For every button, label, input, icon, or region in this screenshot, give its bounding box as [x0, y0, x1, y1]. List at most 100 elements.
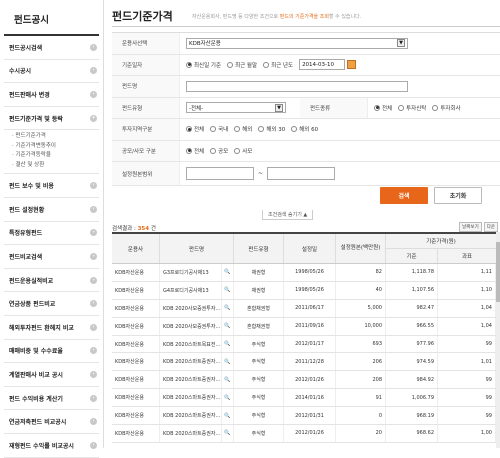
fundtype-select-value: -전체-	[189, 105, 204, 112]
header-price-tax[interactable]: 과표	[438, 249, 496, 264]
header-fund[interactable]: 펀드명	[160, 234, 234, 263]
cell-base-price: 982.47	[386, 299, 438, 317]
search-icon[interactable]: 🔍	[222, 264, 234, 281]
table-row[interactable]: KDB자산운용 G4프로디기공사채13 🔍 채권형 1998/05/26 40 1,107.…	[112, 281, 496, 300]
desc-highlight: 펀드의 기준가격을 조회	[279, 14, 329, 20]
search-icon[interactable]: 🔍	[222, 407, 234, 425]
kind-radio-all[interactable]: 전체	[374, 104, 392, 112]
sidebar-item[interactable]: 펀드운용실적비교 ›	[4, 269, 99, 293]
table-row[interactable]: KDB자산운용 KDB 2020스마트증권자... 🔍 주식형 2014/01/16 91…	[112, 389, 496, 408]
sidebar-item[interactable]: 펀드판매사 변경 ›	[4, 83, 99, 107]
scrollbar-thumb[interactable]	[496, 242, 500, 302]
table-row[interactable]: KDB자산운용 KDB 2020사모증권투자... 🔍 혼합채권형 2011/09/16…	[112, 317, 496, 336]
chevron-right-icon: ›	[90, 182, 97, 190]
fundtype-select[interactable]: -전체- ▼	[186, 102, 286, 114]
search-icon[interactable]: 🔍	[222, 389, 234, 407]
header-type[interactable]: 펀드유형	[234, 234, 284, 263]
fundtype-row: 펀드유형 -전체- ▼ 펀드종류 전체 투자신탁 투자회사	[112, 97, 500, 119]
manager-select[interactable]: KDB자산운용 ▼	[186, 37, 408, 49]
table-row[interactable]: KDB자산운용 KDB 2020사모증권투자... 🔍 혼합채권형 2011/06/17…	[112, 299, 496, 318]
region-radio-domestic[interactable]: 국내	[210, 125, 228, 133]
header-manager[interactable]: 운용사	[112, 234, 160, 263]
date-radio-year[interactable]: 최근 년도	[263, 61, 293, 69]
region-radio-overseas[interactable]: 해외	[234, 125, 252, 133]
cell-date: 2012/01/26	[284, 425, 336, 442]
search-icon[interactable]: 🔍	[222, 317, 234, 335]
search-button[interactable]: 검색	[380, 187, 428, 204]
sidebar-item[interactable]: 해외투자펀드 환헤지 비교 ›	[4, 316, 99, 340]
table-row[interactable]: KDB자산운용 KDB 2020스마트증권자... 🔍 주식형 2012/01/26 20…	[112, 425, 496, 443]
sidebar-subitem[interactable]: · 펀드기준가격	[12, 132, 99, 142]
kind-radio-trust[interactable]: 투자신탁	[398, 104, 426, 112]
header-date[interactable]: 설정일	[284, 234, 336, 263]
kind-radio-company[interactable]: 투자회사	[432, 104, 461, 112]
table-row[interactable]: KDB자산운용 G3프로디기공사채13 🔍 채권형 1998/05/26 82 1,118.…	[112, 264, 496, 282]
calendar-icon[interactable]	[347, 60, 357, 70]
table-row[interactable]: KDB자산운용 KDB 2020스마트증권자... 🔍 주식형 2012/01/31 0 9…	[112, 407, 496, 426]
sidebar-item[interactable]: 펀드비교검색 ›	[4, 245, 99, 269]
cell-fund-name[interactable]: KDB 2020스마트목표전...	[160, 335, 222, 353]
radio-checked-icon	[374, 104, 380, 111]
cell-fund-name[interactable]: KDB 2020사모증권투자...	[160, 317, 222, 335]
search-icon[interactable]: 🔍	[222, 299, 234, 317]
date-radio-month[interactable]: 최근 월말	[227, 61, 257, 69]
region-radio-all[interactable]: 전체	[186, 125, 204, 133]
sidebar-item[interactable]: 연금상품 펀드비교 ›	[4, 292, 99, 316]
sidebar-subitem[interactable]: · 기준가격변동추이	[12, 142, 99, 152]
download-button[interactable]: 다운	[483, 222, 498, 232]
table-scrollbar[interactable]	[496, 232, 500, 448]
sidebar-item[interactable]: 수시공시 ›	[4, 60, 99, 84]
radio-label: 전체	[382, 105, 393, 112]
table-header: 운용사 펀드명 펀드유형 설정일 설정원본(백만원) 기준가격(원) 기준 과표	[112, 234, 496, 264]
sidebar-item[interactable]: 특정유형펀드 ›	[4, 222, 99, 246]
sidebar-subitem[interactable]: · 기준가격등락율	[12, 151, 99, 161]
date-radio-latest[interactable]: 최신일 기준	[186, 61, 221, 69]
sidebar-item[interactable]: 펀드 보수 및 비용 ›	[4, 174, 99, 198]
radio-icon	[291, 126, 298, 133]
cell-fund-name[interactable]: KDB 2020사모증권투자...	[160, 299, 222, 317]
header-price-base[interactable]: 기준	[386, 248, 438, 263]
offer-radio-private[interactable]: 사모	[234, 147, 252, 155]
sidebar-subitem[interactable]: · 결산 및 상환	[12, 161, 99, 171]
cell-fund-name[interactable]: KDB 2020스마트증권자...	[160, 389, 222, 407]
range-max-input[interactable]	[267, 167, 336, 180]
sidebar-item[interactable]: 펀드공시검색 ›	[4, 36, 99, 60]
cell-fund-name[interactable]: KDB 2020스마트증권자...	[160, 371, 222, 389]
table-row[interactable]: KDB자산운용 KDB 2020스마트목표전... 🔍 주식형 2012/01/17 69…	[112, 335, 496, 354]
header-principal[interactable]: 설정원본(백만원)	[336, 234, 386, 263]
search-icon[interactable]: 🔍	[222, 425, 234, 442]
search-icon[interactable]: 🔍	[222, 371, 234, 389]
cell-fund-name[interactable]: KDB 2020스마트증권자...	[160, 407, 222, 425]
table-row[interactable]: KDB자산운용 KDB 2020스마트증권자... 🔍 주식형 2011/12/28 20…	[112, 353, 496, 372]
range-label: 설정원본범위	[112, 162, 180, 185]
reset-button[interactable]: 초기화	[434, 187, 482, 204]
header-divider	[112, 26, 500, 27]
offer-radio-public[interactable]: 공모	[210, 147, 228, 155]
sidebar-item[interactable]: 연금저축펀드 비교공시 ›	[4, 410, 99, 434]
hide-conditions-toggle[interactable]: 조건검색 숨기기 ▲	[262, 210, 314, 220]
sidebar-item[interactable]: 계열판매사 비교 공시 ›	[4, 363, 99, 387]
range-min-input[interactable]	[186, 167, 254, 180]
sidebar-item[interactable]: 펀드 설정현황 ›	[4, 198, 99, 222]
cell-fund-name[interactable]: G4프로디기공사채13	[160, 281, 222, 299]
search-icon[interactable]: 🔍	[222, 335, 234, 353]
cell-fund-name[interactable]: G3프로디기공사채13	[160, 264, 222, 281]
sidebar-item[interactable]: 펀드기준가격 및 등락 ▾	[4, 107, 99, 131]
cell-fund-name[interactable]: KDB 2020스마트증권자...	[160, 353, 222, 371]
date-view-button[interactable]: 날짜보기	[459, 222, 482, 232]
fundname-input[interactable]	[186, 80, 408, 92]
region-radio-overseas30[interactable]: 해외 30	[258, 125, 285, 133]
sidebar-item[interactable]: 재형펀드 수익률 비교공시 ›	[4, 434, 99, 458]
sidebar-item[interactable]: 펀드 수익비용 계산기 ›	[4, 387, 99, 411]
page-description: 자산운용회사, 펀드명 등 다양한 조건으로 펀드의 기준가격을 조회할 수 있…	[192, 13, 361, 20]
search-icon[interactable]: 🔍	[222, 353, 234, 371]
cell-fund-name[interactable]: KDB 2020스마트증권자...	[160, 425, 222, 442]
offer-radio-all[interactable]: 전체	[186, 147, 204, 155]
region-radio-overseas60[interactable]: 해외 60	[291, 125, 318, 133]
date-input[interactable]: 2014-03-10	[299, 59, 346, 71]
search-icon[interactable]: 🔍	[222, 281, 234, 299]
radio-icon	[432, 104, 439, 111]
sidebar-item[interactable]: 매매비중 및 수수료율 ›	[4, 340, 99, 364]
cell-date: 2011/06/17	[284, 299, 336, 317]
table-row[interactable]: KDB자산운용 KDB 2020스마트증권자... 🔍 주식형 2012/01/26 20…	[112, 371, 496, 390]
